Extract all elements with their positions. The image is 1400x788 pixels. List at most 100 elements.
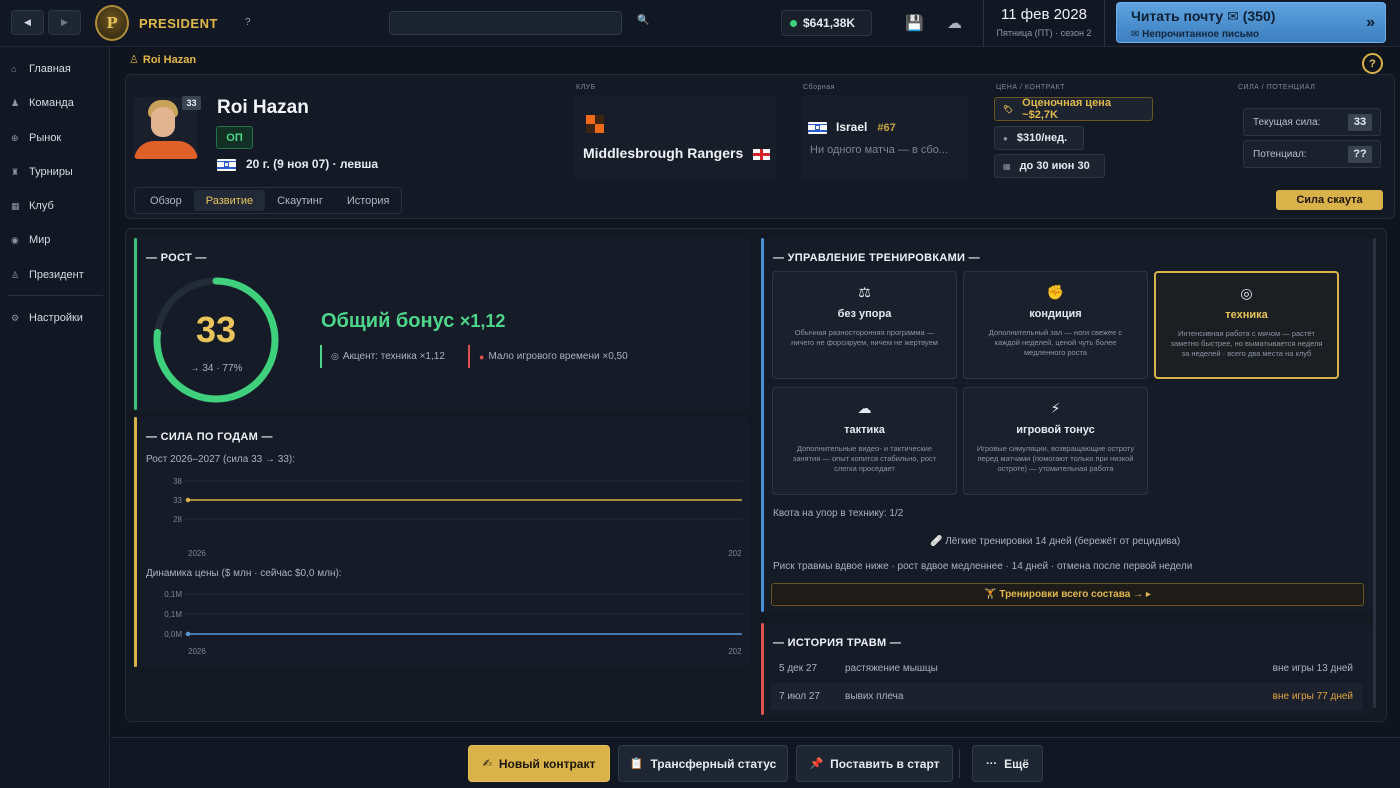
club-box[interactable]: Middlesbrough Rangers [574, 95, 776, 179]
ability-by-year-card: — СИЛА ПО ГОДАМ — Рост 2026–2027 (сила 3… [134, 417, 750, 667]
national-team: Israel #67 [808, 120, 896, 134]
sidebar-item-tournaments[interactable]: ♜ Турниры [0, 160, 110, 184]
training-card-condition[interactable]: ✊ кондиция Дополнительный зал — ноги све… [963, 271, 1148, 379]
y-tick-label: 38 [173, 477, 182, 486]
help-link[interactable]: ? [245, 17, 251, 28]
sidebar-item-team[interactable]: ♟ Команда [0, 91, 110, 115]
back-button[interactable]: ◀ [11, 10, 44, 35]
save-icon[interactable]: 💾 [905, 14, 924, 32]
wage-pill: ● $310/нед. [994, 126, 1084, 150]
accent-bar [761, 623, 764, 715]
button-divider [959, 749, 960, 778]
search-input[interactable] [389, 11, 622, 35]
ability-chart: 38 33 28 2026 2027 [173, 477, 742, 558]
israel-flag-icon [217, 158, 236, 171]
development-panel: — РОСТ — 33 → 34 · 77% Общий бонус ×1,12… [125, 228, 1387, 722]
growth-title: — РОСТ — [146, 252, 207, 264]
president-logo[interactable]: P [95, 5, 129, 41]
training-title-technique: техника [1225, 309, 1268, 321]
person-icon: ♙ [129, 54, 139, 66]
new-contract-button[interactable]: ✍ Новый контракт [468, 745, 610, 782]
training-card-tactics[interactable]: ☁ тактика Дополнительные видео- и тактич… [772, 387, 957, 495]
training-card-match-sharpness[interactable]: ⚡ игровой тонус Игровые симуляции, возвр… [963, 387, 1148, 495]
x-tick-label: 2026 [188, 549, 206, 558]
sidebar-item-world[interactable]: ◉ Мир [0, 228, 110, 252]
training-desc-condition: Дополнительный зал — ноги свежее с каждо… [988, 328, 1123, 357]
injury-row: 7 июл 27 вывих плеча вне игры 77 дней [771, 683, 1363, 710]
scout-strength-button[interactable]: Сила скаута [1276, 190, 1383, 210]
training-title-balanced: без упора [837, 308, 892, 320]
sidebar-item-settings[interactable]: ⚙ Настройки [0, 306, 110, 330]
growth-forecast: → 34 · 77% [189, 363, 243, 374]
player-name: Roi Hazan [217, 97, 309, 118]
national-section-title: Сборная [803, 84, 835, 91]
read-mail-button[interactable]: Читать почту ✉ (350) ✉ Непрочитанное пис… [1116, 2, 1386, 43]
person-icon: ♙ [11, 269, 20, 280]
start-lineup-button[interactable]: 📌 Поставить в старт [796, 745, 953, 782]
training-card-technique[interactable]: ◎ техника Интенсивная работа с мячом — р… [1154, 271, 1339, 379]
balance-display: $641,38K [781, 10, 872, 36]
accent-bar [761, 238, 764, 612]
growth-ring: 33 → 34 · 77% [150, 274, 282, 406]
national-team-box[interactable]: Israel #67 Ни одного матча — в сбо... [802, 95, 968, 179]
balance-value: $641,38K [803, 16, 856, 30]
quota-text: Квота на упор в технику: 1/2 [773, 508, 904, 519]
action-bar: ✍ Новый контракт 📋 Трансферный статус 📌 Пос… [111, 737, 1400, 788]
team-icon: ♟ [11, 97, 20, 108]
club-section-title: КЛУБ [576, 84, 596, 91]
training-desc-match-sharpness: Игровые симуляции, возвращающие остроту … [976, 444, 1135, 473]
scales-icon: ⚖ [858, 284, 871, 300]
scrollbar[interactable] [1373, 238, 1376, 708]
tab-history[interactable]: История [335, 190, 402, 211]
club-name: Middlesbrough Rangers [583, 145, 771, 161]
y-tick-label: 28 [173, 515, 182, 524]
training-card-balanced[interactable]: ⚖ без упора Обычная разносторонняя прогр… [772, 271, 957, 379]
forward-button[interactable]: ▶ [48, 10, 81, 35]
transfer-status-button[interactable]: 📋 Трансферный статус [618, 745, 788, 782]
shirt-number-badge: 33 [182, 96, 201, 110]
training-title-tactics: тактика [844, 424, 885, 436]
injury-row: 5 дек 27 растяжение мышцы вне игры 13 дн… [779, 663, 1353, 674]
search-icon[interactable]: 🔍 [637, 15, 649, 26]
squad-training-button[interactable]: 🏋 Тренировки всего состава → ▸ [771, 583, 1364, 606]
alert-icon: ● [479, 351, 485, 362]
target-icon: ◎ [1240, 285, 1253, 301]
sidebar-item-president[interactable]: ♙ Президент [0, 263, 110, 287]
y-tick-label: 0,0M [164, 630, 182, 639]
tab-scouting[interactable]: Скаутинг [265, 190, 335, 211]
accent-bar [134, 238, 137, 410]
y-tick-label: 0,1M [164, 610, 182, 619]
growth-card: — РОСТ — 33 → 34 · 77% Общий бонус ×1,12… [134, 238, 750, 410]
y-tick-label: 33 [173, 496, 182, 505]
player-info: 20 г. (9 ноя 07) · левша [217, 157, 378, 171]
club-logo [586, 115, 604, 135]
status-dot [790, 19, 797, 27]
data-point [185, 497, 191, 503]
training-desc-balanced: Обычная разносторонняя программа — ничег… [791, 328, 938, 347]
pin-icon: 📌 [809, 758, 824, 770]
israel-flag-icon [808, 121, 827, 134]
tab-development[interactable]: Развитие [193, 190, 266, 211]
sidebar-item-home[interactable]: ⌂ Главная [0, 57, 110, 81]
forward-icon: ▶ [61, 17, 68, 27]
training-title-match-sharpness: игровой тонус [1016, 424, 1095, 436]
sidebar-item-club[interactable]: ▦ Клуб [0, 194, 110, 218]
light-training-link[interactable]: 🩹 Лёгкие тренировки 14 дней (бережёт от … [930, 536, 1180, 547]
factor-accent: ◎ Акцент: техника ×1,12 [320, 345, 445, 368]
growth-value: 33 [195, 309, 237, 350]
accent-bar [134, 417, 137, 667]
sidebar-item-market[interactable]: ⊕ Рынок [0, 126, 110, 150]
cloud-icon[interactable]: ☁ [947, 14, 962, 32]
date-panel: 11 фев 2028 Пятница (ПТ) · сезон 2 [983, 0, 1105, 47]
total-bonus: Общий бонус ×1,12 [321, 310, 506, 332]
more-button[interactable]: ··· Ещё [972, 745, 1043, 782]
x-tick-label: 2027 [728, 549, 742, 558]
potential-row: Потенциал: ?? [1243, 140, 1381, 168]
mail-label: Читать почту ✉ (350) [1131, 8, 1276, 24]
breadcrumb[interactable]: ♙ Roi Hazan [129, 53, 196, 66]
sidebar: ⌂ Главная ♟ Команда ⊕ Рынок ♜ Турниры ▦ Клуб … [0, 47, 110, 788]
training-desc-technique: Интенсивная работа с мячом — растёт заме… [1170, 329, 1323, 358]
tab-overview[interactable]: Обзор [138, 190, 194, 211]
mail-subtitle: ✉ Непрочитанное письмо [1131, 29, 1260, 40]
help-button[interactable]: ? [1362, 53, 1383, 74]
